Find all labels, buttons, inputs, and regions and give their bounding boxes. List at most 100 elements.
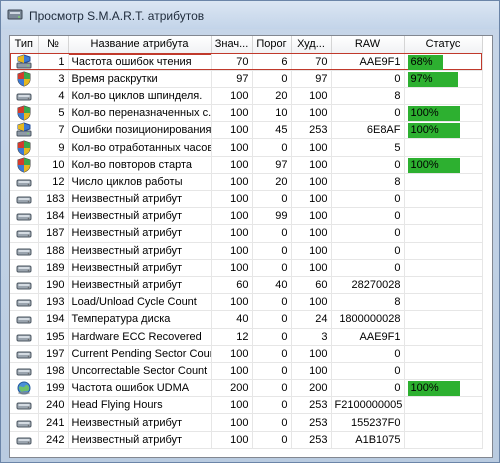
- cell-worst: 100: [291, 345, 332, 363]
- table-row[interactable]: 194 Температура диска 40 0 24 1800000028: [10, 310, 483, 329]
- status-bar: 100%: [407, 381, 479, 396]
- cell-value: 100: [211, 345, 253, 363]
- table-row[interactable]: 189 Неизвестный атрибут 100 0 100 0: [10, 259, 483, 277]
- cell-status: [404, 413, 483, 432]
- cell-status: [404, 310, 483, 329]
- attributes-list[interactable]: Тип № Название атрибута Знач... Порог Ху…: [9, 35, 493, 458]
- cell-number: 183: [38, 190, 69, 209]
- cell-type: [10, 413, 39, 432]
- cell-number: 187: [38, 224, 69, 243]
- cell-value: 100: [211, 190, 253, 209]
- col-header-type[interactable]: Тип: [10, 36, 39, 54]
- hdd-icon: [16, 213, 32, 221]
- cell-type: [10, 431, 39, 449]
- table-row[interactable]: 190 Неизвестный атрибут 60 40 60 28270028: [10, 276, 483, 295]
- cell-number: 4: [38, 87, 69, 106]
- cell-raw: 8: [331, 87, 405, 106]
- cell-threshold: 0: [252, 138, 292, 157]
- table-row[interactable]: 199 Частота ошибок UDMA 200 0 200 0 100%: [10, 379, 483, 398]
- shield-icon: [17, 157, 31, 173]
- cell-value: 100: [211, 207, 253, 226]
- col-header-raw[interactable]: RAW: [331, 36, 405, 54]
- cell-value: 100: [211, 224, 253, 243]
- cell-attribute-name: Время раскрутки: [68, 70, 212, 88]
- table-row[interactable]: 9 Кол-во отработанных часов 100 0 100 5: [10, 138, 483, 157]
- title-bar[interactable]: Просмотр S.M.A.R.T. атрибутов: [1, 1, 499, 29]
- col-header-value[interactable]: Знач...: [211, 36, 253, 54]
- hdd-icon: [16, 282, 32, 290]
- cell-type: [10, 379, 39, 398]
- cell-attribute-name: Неизвестный атрибут: [68, 413, 212, 432]
- col-header-status[interactable]: Статус: [404, 36, 483, 54]
- cell-status: [404, 293, 483, 312]
- cell-worst: 100: [291, 207, 332, 226]
- cell-threshold: 0: [252, 70, 292, 88]
- cell-status: 100%: [404, 121, 483, 140]
- col-header-name[interactable]: Название атрибута: [68, 36, 212, 54]
- cell-status: [404, 173, 483, 192]
- cell-worst: 253: [291, 121, 332, 140]
- cell-raw: 0: [331, 224, 405, 243]
- table-row[interactable]: 10 Кол-во повторов старта 100 97 100 0 100%: [10, 156, 483, 174]
- cell-value: 100: [211, 431, 253, 449]
- cell-value: 100: [211, 242, 253, 260]
- table-row[interactable]: 183 Неизвестный атрибут 100 0 100 0: [10, 190, 483, 209]
- status-text: 97%: [410, 72, 433, 85]
- table-row[interactable]: 187 Неизвестный атрибут 100 0 100 0: [10, 224, 483, 243]
- cell-worst: 200: [291, 379, 332, 398]
- cell-number: 1: [38, 53, 69, 71]
- hdd-warning-icon: [16, 54, 32, 69]
- cell-threshold: 0: [252, 328, 292, 346]
- col-header-num[interactable]: №: [38, 36, 69, 54]
- table-row[interactable]: 184 Неизвестный атрибут 100 99 100 0: [10, 207, 483, 226]
- cell-worst: 100: [291, 190, 332, 209]
- table-row[interactable]: 12 Число циклов работы 100 20 100 8: [10, 173, 483, 192]
- cell-type: [10, 362, 39, 381]
- col-header-worst[interactable]: Худ...: [291, 36, 332, 54]
- cell-attribute-name: Current Pending Sector Count: [68, 345, 212, 363]
- table-row[interactable]: 197 Current Pending Sector Count 100 0 100 0: [10, 345, 483, 363]
- table-row[interactable]: 4 Кол-во циклов шпинделя. 100 20 100 8: [10, 87, 483, 106]
- cell-attribute-name: Кол-во циклов шпинделя.: [68, 87, 212, 106]
- attributes-table: Тип № Название атрибута Знач... Порог Ху…: [10, 36, 483, 449]
- cell-raw: 0: [331, 207, 405, 226]
- cell-type: [10, 87, 39, 106]
- hdd-icon: [16, 265, 32, 273]
- cell-raw: 0: [331, 379, 405, 398]
- cell-value: 200: [211, 379, 253, 398]
- cell-status: 100%: [404, 104, 483, 123]
- cell-raw: 8: [331, 293, 405, 312]
- hdd-icon: [16, 299, 32, 307]
- table-row[interactable]: 242 Неизвестный атрибут 100 0 253 A1B1075: [10, 431, 483, 449]
- cell-status: [404, 396, 483, 415]
- table-row[interactable]: 3 Время раскрутки 97 0 97 0 97%: [10, 70, 483, 88]
- table-row[interactable]: 241 Неизвестный атрибут 100 0 253 155237F0: [10, 413, 483, 432]
- cell-raw: 0: [331, 104, 405, 123]
- table-row[interactable]: 198 Uncorrectable Sector Count 100 0 100 0: [10, 362, 483, 381]
- table-row[interactable]: 7 Ошибки позиционирования 100 45 253 6E8AF 100…: [10, 121, 483, 140]
- table-row[interactable]: 5 Кол-во переназначенных с... 100 10 100 0 100…: [10, 104, 483, 123]
- table-row[interactable]: 188 Неизвестный атрибут 100 0 100 0: [10, 242, 483, 260]
- col-header-threshold[interactable]: Порог: [252, 36, 292, 54]
- cell-status: [404, 138, 483, 157]
- shield-icon: [17, 140, 31, 156]
- cell-value: 100: [211, 173, 253, 192]
- table-row[interactable]: 193 Load/Unload Cycle Count 100 0 100 8: [10, 293, 483, 312]
- cell-value: 100: [211, 413, 253, 432]
- cell-worst: 100: [291, 156, 332, 174]
- hdd-warning-icon: [16, 122, 32, 137]
- cell-attribute-name: Температура диска: [68, 310, 212, 329]
- cell-type: [10, 121, 39, 140]
- cell-threshold: 0: [252, 224, 292, 243]
- hdd-icon: [16, 402, 32, 410]
- cell-worst: 253: [291, 396, 332, 415]
- table-row[interactable]: 195 Hardware ECC Recovered 12 0 3 AAE9F1: [10, 328, 483, 346]
- cell-value: 70: [211, 53, 253, 71]
- table-row[interactable]: 1 Частота ошибок чтения 70 6 70 AAE9F1 68%: [10, 53, 483, 71]
- cell-raw: 0: [331, 156, 405, 174]
- cell-worst: 100: [291, 104, 332, 123]
- cell-attribute-name: Неизвестный атрибут: [68, 259, 212, 277]
- table-row[interactable]: 240 Head Flying Hours 100 0 253 F2100000005: [10, 396, 483, 415]
- cell-value: 97: [211, 70, 253, 88]
- cell-worst: 100: [291, 224, 332, 243]
